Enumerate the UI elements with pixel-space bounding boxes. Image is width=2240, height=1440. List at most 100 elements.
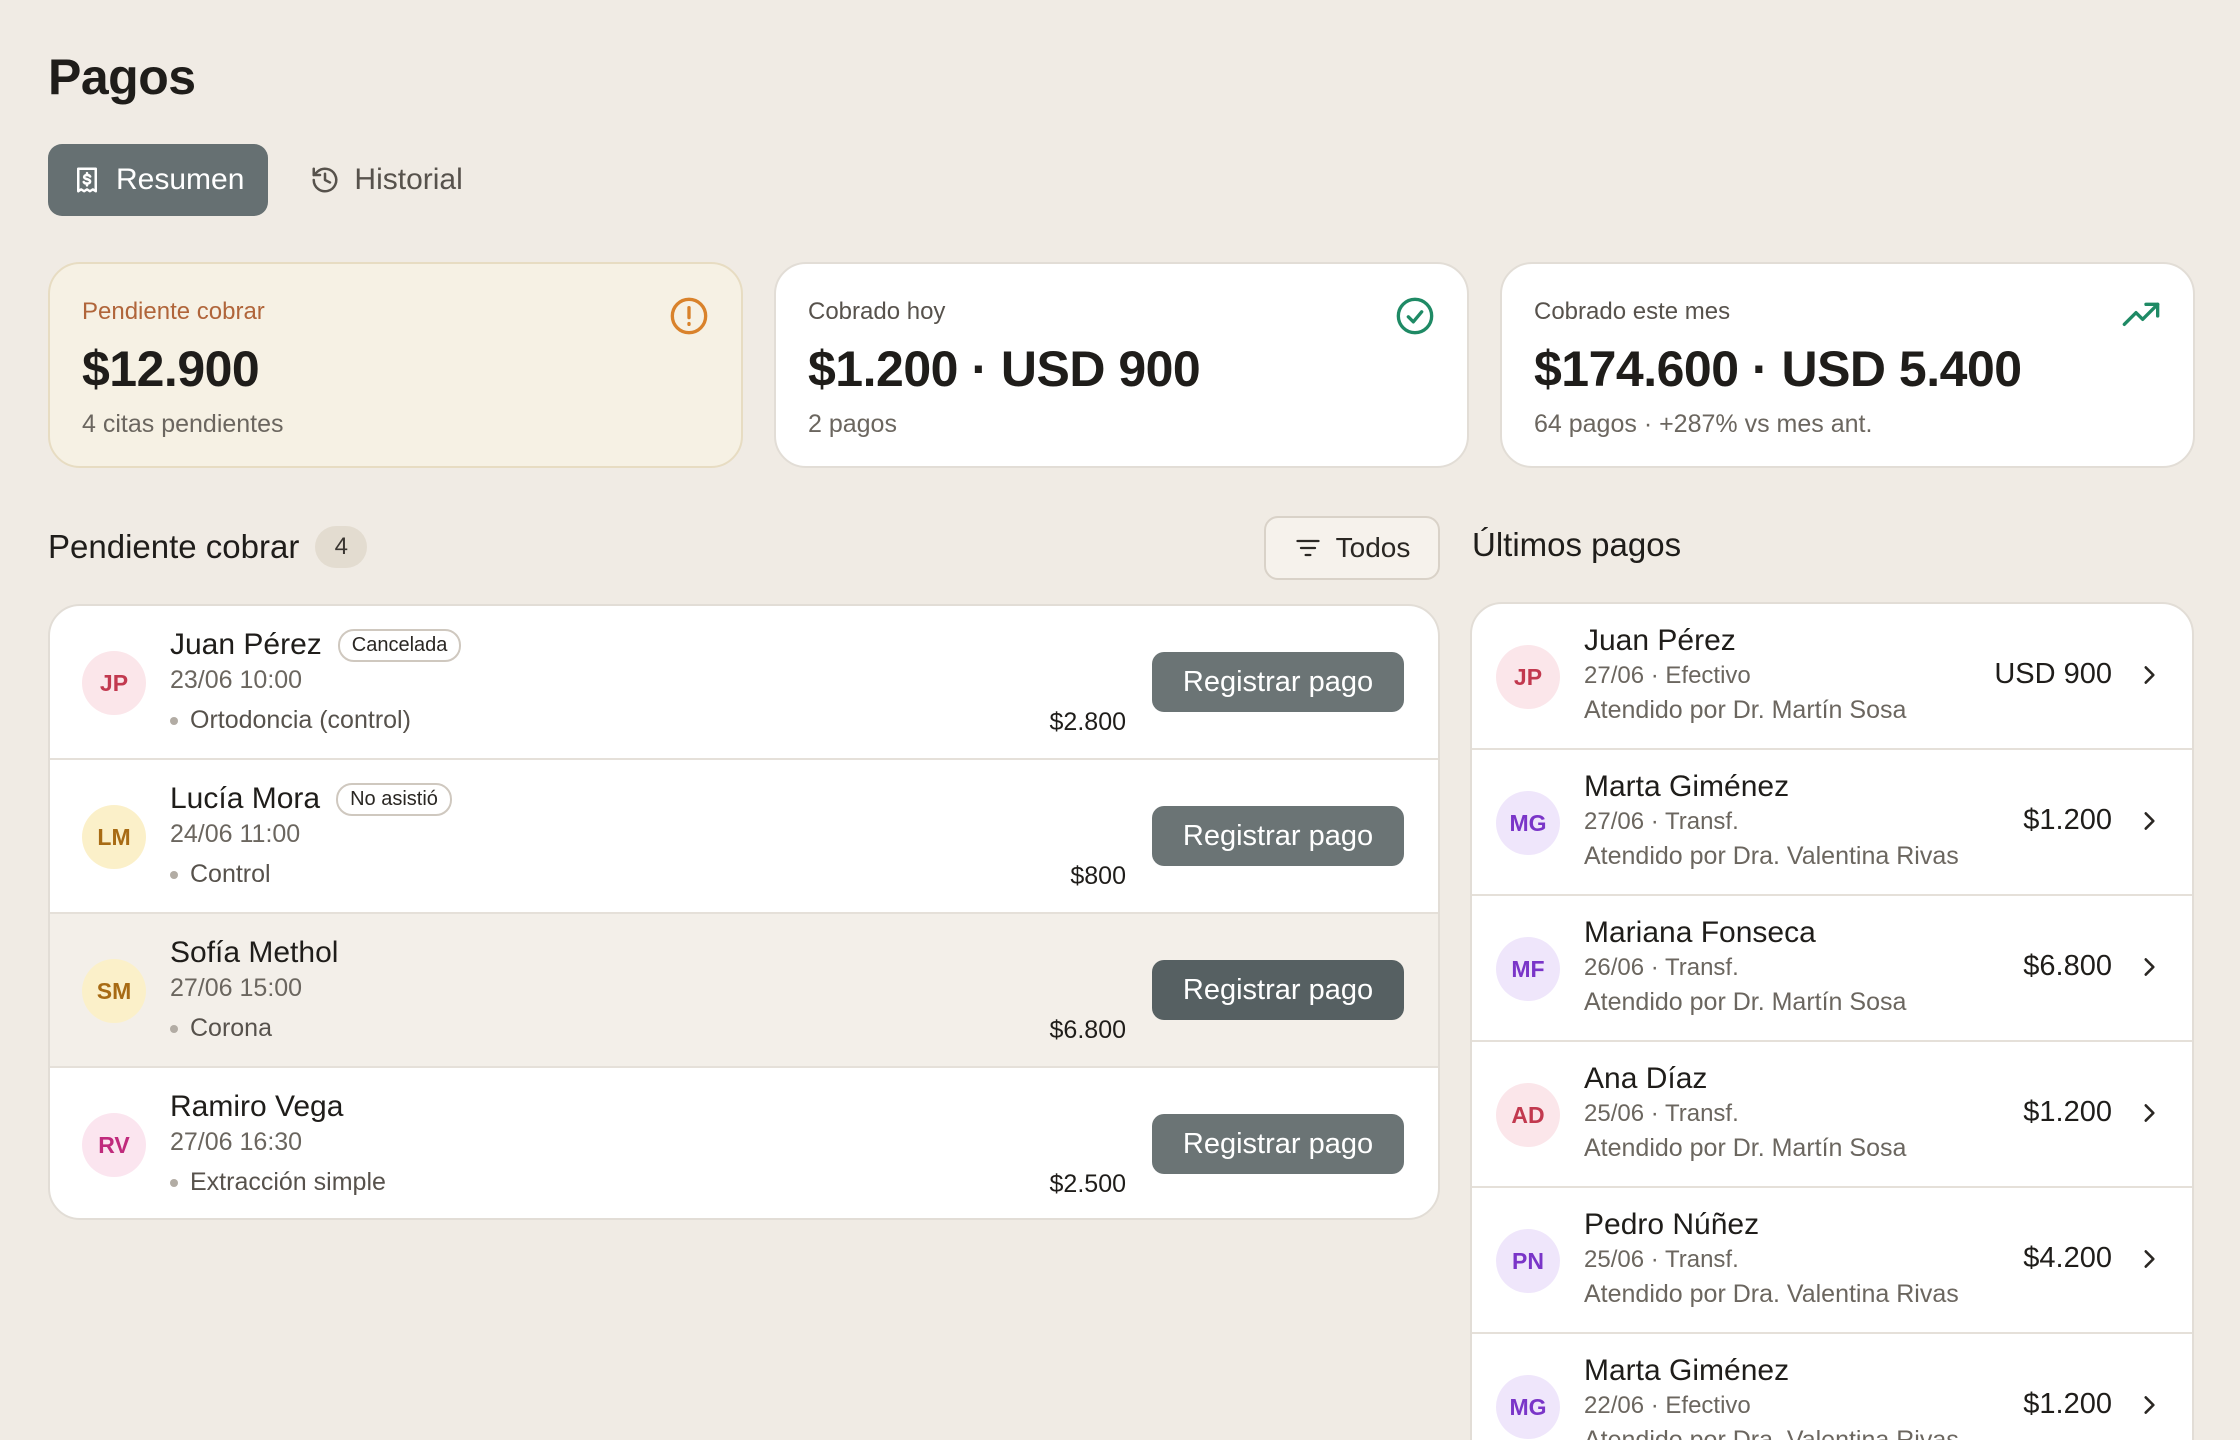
pending-row[interactable]: LM Lucía Mora No asistió 24/06 11:00 Con… [50,760,1438,914]
pending-row[interactable]: JP Juan Pérez Cancelada 23/06 10:00 Orto… [50,606,1438,760]
register-payment-button[interactable]: Registrar pago [1152,806,1404,866]
patient-name-line: Sofía Methol [170,936,338,970]
chevron-right-icon [2144,1250,2155,1268]
tab-bar: Resumen Historial [48,144,487,216]
payment-row[interactable]: MG Marta Giménez 22/06 · Efectivo Atendi… [1472,1334,2192,1440]
payment-amount: $6.800 [2023,950,2112,982]
filter-button[interactable]: Todos [1264,516,1440,580]
amount: $800 [1070,862,1126,890]
treatment-name: Ortodoncia (control) [190,706,411,734]
avatar: AD [1496,1083,1560,1147]
attended-by: Atendido por Dra. Valentina Rivas [1584,1426,1959,1440]
appointment-datetime: 27/06 16:30 [170,1128,303,1156]
patient-name-line: Juan Pérez Cancelada [170,628,462,662]
recent-section-title: Últimos pagos [1472,526,1682,563]
patient-name: Pedro Núñez [1584,1208,1760,1241]
avatar: MG [1496,1375,1560,1439]
card-label: Cobrado este mes [1534,298,1731,325]
payment-amount: $1.200 [2023,1096,2112,1128]
card-value: $12.900 [82,341,260,397]
patient-name: Ana Díaz [1584,1062,1708,1095]
card-value: $174.600 · USD 5.400 [1534,341,2022,397]
register-payment-button[interactable]: Registrar pago [1152,1114,1404,1174]
payment-meta: 27/06 · Transf. [1584,808,1739,835]
payment-meta: 22/06 · Efectivo [1584,1392,1751,1419]
page-title: Pagos [48,49,196,105]
amount: $2.500 [1049,1170,1126,1198]
register-payment-button[interactable]: Registrar pago [1152,960,1404,1020]
pending-count-badge: 4 [315,526,368,568]
payment-amount: $1.200 [2023,1388,2112,1420]
attended-by: Atendido por Dr. Martín Sosa [1584,696,1907,724]
payment-row[interactable]: MG Marta Giménez 27/06 · Transf. Atendid… [1472,750,2192,896]
history-icon [312,167,338,193]
pending-list: JP Juan Pérez Cancelada 23/06 10:00 Orto… [48,604,1440,1220]
avatar: JP [82,651,146,715]
treatment-line: Extracción simple [170,1168,386,1197]
payment-amount: USD 900 [1994,658,2112,690]
pending-row[interactable]: SM Sofía Methol 27/06 15:00 Corona $6.80… [50,914,1438,1068]
trending-up-icon [2122,302,2160,326]
pending-section-header: Pendiente cobrar 4 [48,526,368,568]
filter-label: Todos [1335,532,1411,563]
alert-circle-icon [670,297,708,335]
pending-section-title: Pendiente cobrar [48,528,300,565]
pending-summary-card: Pendiente cobrar $12.900 4 citas pendien… [48,262,743,468]
avatar: PN [1496,1229,1560,1293]
payment-meta: 26/06 · Transf. [1584,954,1739,981]
patient-name: Marta Giménez [1584,770,1790,803]
status-badge: Cancelada [337,628,462,662]
tab-label: Resumen [116,163,245,196]
payment-meta: 25/06 · Transf. [1584,1246,1739,1273]
tab-resumen[interactable]: Resumen [48,144,269,216]
chevron-right-icon [2144,1396,2155,1414]
avatar: JP [1496,645,1560,709]
avatar: MG [1496,791,1560,855]
appointment-datetime: 23/06 10:00 [170,666,303,694]
payment-meta: 27/06 · Efectivo [1584,662,1751,689]
bullet-dot [170,1024,178,1033]
treatment-name: Control [190,860,271,888]
tab-label: Historial [354,163,463,196]
appointment-datetime: 24/06 11:00 [170,820,301,848]
card-subtext: 4 citas pendientes [82,410,284,438]
patient-name: Ramiro Vega [170,1090,344,1123]
pending-row[interactable]: RV Ramiro Vega 27/06 16:30 Extracción si… [50,1068,1438,1218]
payment-row[interactable]: AD Ana Díaz 25/06 · Transf. Atendido por… [1472,1042,2192,1188]
receipt-icon [77,167,97,193]
register-payment-button[interactable]: Registrar pago [1152,652,1404,712]
bullet-dot [170,716,178,725]
payment-row[interactable]: MF Mariana Fonseca 26/06 · Transf. Atend… [1472,896,2192,1042]
payment-amount: $4.200 [2023,1242,2112,1274]
treatment-line: Ortodoncia (control) [170,706,411,735]
collected-month-card: Cobrado este mes $174.600 · USD 5.400 64… [1500,262,2195,468]
treatment-line: Control [170,860,271,889]
payment-row[interactable]: PN Pedro Núñez 25/06 · Transf. Atendido … [1472,1188,2192,1334]
payment-row[interactable]: JP Juan Pérez 27/06 · Efectivo Atendido … [1472,604,2192,750]
patient-name-line: Ramiro Vega [170,1090,343,1124]
avatar: RV [82,1113,146,1177]
attended-by: Atendido por Dr. Martín Sosa [1584,1134,1907,1162]
card-subtext: 2 pagos [808,410,897,438]
payment-meta: 25/06 · Transf. [1584,1100,1739,1127]
avatar: LM [82,805,146,869]
avatar: SM [82,959,146,1023]
tab-historial[interactable]: Historial [286,144,486,216]
collected-today-card: Cobrado hoy $1.200 · USD 900 2 pagos [774,262,1469,468]
attended-by: Atendido por Dr. Martín Sosa [1584,988,1907,1016]
patient-name: Marta Giménez [1584,1354,1790,1387]
card-value: $1.200 · USD 900 [808,341,1201,397]
attended-by: Atendido por Dra. Valentina Rivas [1584,842,1959,870]
chevron-right-icon [2144,812,2155,830]
recent-section-header: Últimos pagos [1472,526,1681,564]
appointment-datetime: 27/06 15:00 [170,974,303,1002]
patient-name: Mariana Fonseca [1584,916,1816,949]
amount: $6.800 [1049,1016,1126,1044]
bullet-dot [170,1178,178,1187]
card-subtext: 64 pagos · +287% vs mes ant. [1534,410,1873,438]
chevron-right-icon [2144,1104,2155,1122]
patient-name: Juan Pérez [170,628,322,661]
bullet-dot [170,870,178,879]
card-label: Cobrado hoy [808,298,946,325]
status-badge: No asistió [336,782,452,816]
